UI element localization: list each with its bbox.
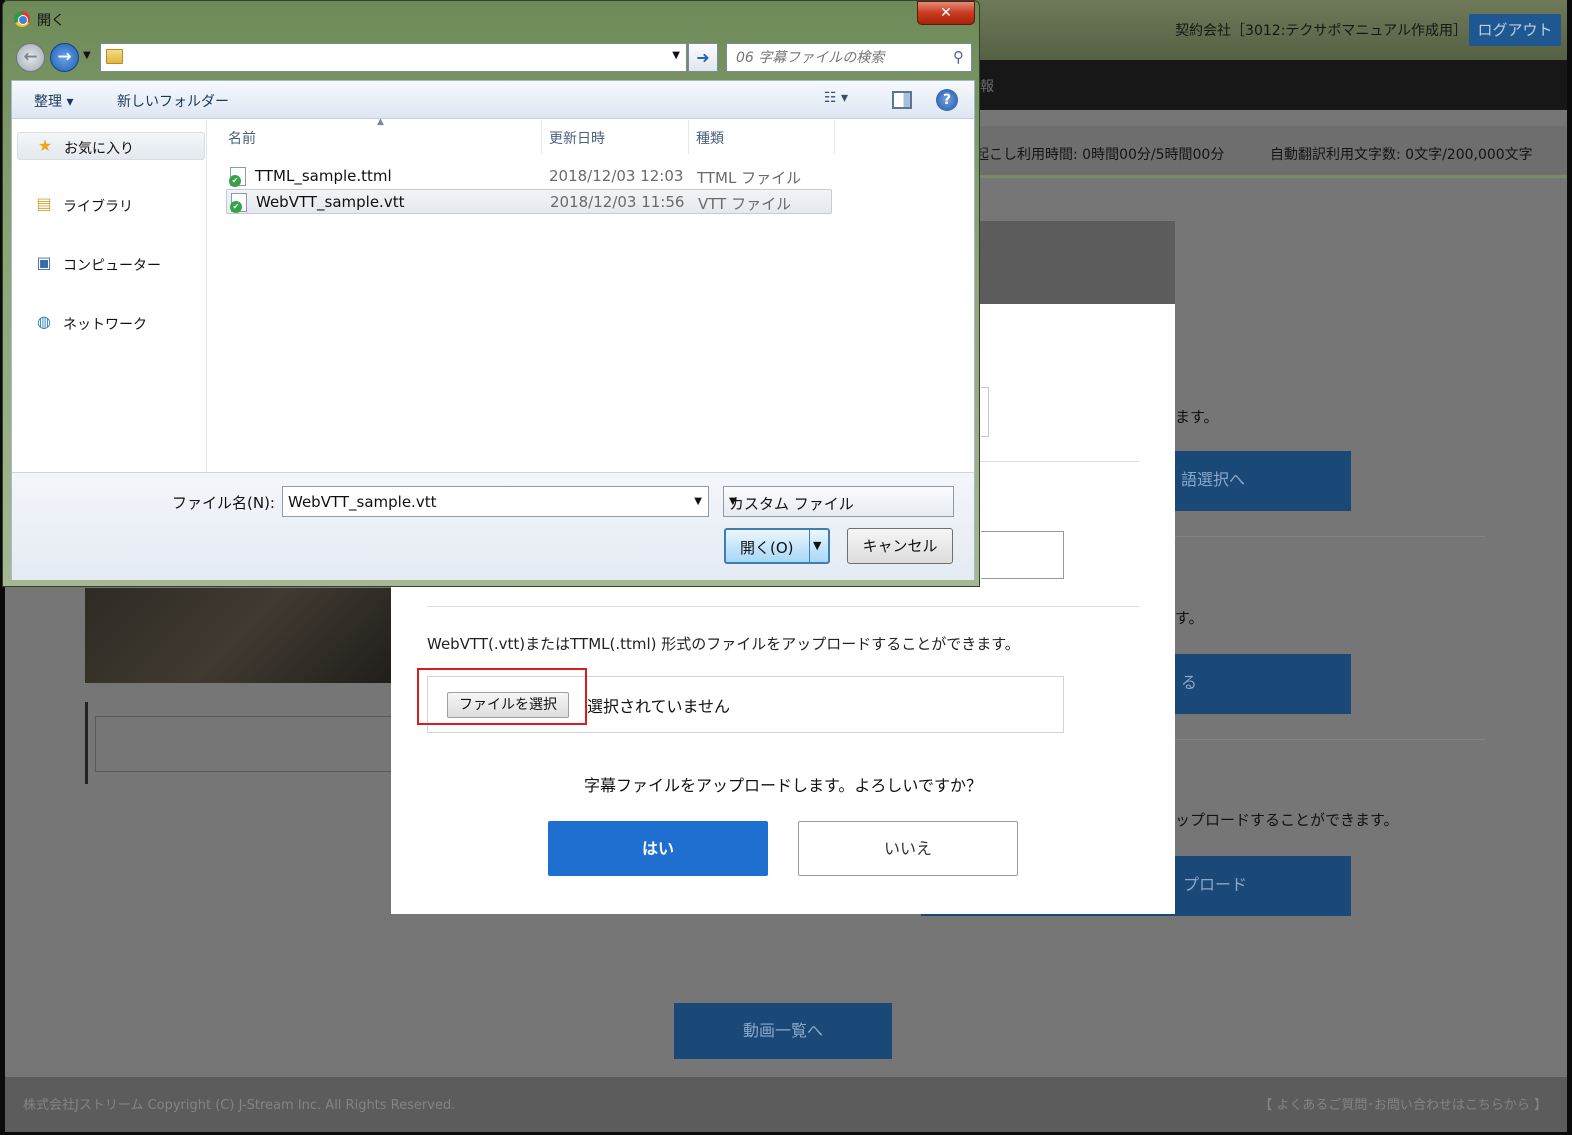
organize-menu[interactable]: 整理 ▾ xyxy=(34,91,73,111)
file-row[interactable]: TTML_sample.ttml 2018/12/03 12:03 TTML フ… xyxy=(226,164,832,189)
bg-input-box xyxy=(95,716,395,772)
file-name: TTML_sample.ttml xyxy=(255,167,392,185)
translation-usage: 自動翻訳利用文字数: 0文字/200,000文字 xyxy=(1270,147,1533,163)
bg-text-3: ップロードすることができます。 xyxy=(1175,811,1399,829)
filetype-select[interactable]: カスタム ファイル ▼ xyxy=(723,486,954,517)
open-file-dialog: 開く ✕ ← → ▼ ▼ ➜ ⚲ 整理 ▾ 新しいフォルダー ☷ ▾ ? ★ お… xyxy=(2,0,980,587)
transcription-usage: 起こし利用時間: 0時間00分/5時間00分 xyxy=(975,147,1225,163)
divider xyxy=(1175,739,1485,740)
sidebar-item-computer[interactable]: ▣ コンピューター xyxy=(17,250,205,278)
forward-button[interactable]: → xyxy=(50,43,79,72)
page-footer: 株式会社Jストリーム Copyright (C) J-Stream Inc. A… xyxy=(5,1077,1567,1132)
modal-divider xyxy=(427,606,1139,607)
computer-icon: ▣ xyxy=(36,253,52,272)
sidebar-item-label: ライブラリ xyxy=(63,199,133,215)
filename-field[interactable]: ▼ xyxy=(282,486,709,517)
sidebar-item-network[interactable]: ◍ ネットワーク xyxy=(17,309,205,337)
library-icon: ▤ xyxy=(36,194,52,213)
star-icon: ★ xyxy=(37,136,53,155)
bg-text-1: ます。 xyxy=(1175,408,1219,426)
open-button[interactable]: 開く(O) ▼ xyxy=(724,528,830,564)
navigation-pane: ★ お気に入り ▤ ライブラリ ▣ コンピューター ◍ ネットワーク xyxy=(12,120,207,472)
dialog-footer: ファイル名(N): ▼ カスタム ファイル ▼ 開く(O) ▼ キャンセル xyxy=(12,472,974,580)
sidebar-item-favorites[interactable]: ★ お気に入り xyxy=(17,132,205,160)
filename-label: ファイル名(N): xyxy=(172,494,275,512)
divider xyxy=(1175,536,1485,537)
sidebar-item-label: ネットワーク xyxy=(63,317,147,333)
modal-input-edge xyxy=(981,531,1064,579)
nav-item-fragment[interactable]: 報 xyxy=(980,76,994,96)
dialog-title: 開く xyxy=(37,13,65,29)
back-button[interactable]: ← xyxy=(16,43,45,72)
sidebar-item-libraries[interactable]: ▤ ライブラリ xyxy=(17,191,205,219)
search-icon[interactable]: ⚲ xyxy=(953,48,964,66)
contract-info: 契約会社［3012:テクサポマニュアル作成用］ xyxy=(1175,23,1467,39)
open-split-dropdown-icon[interactable]: ▼ xyxy=(813,539,821,552)
column-date[interactable]: 更新日時 xyxy=(549,128,605,148)
language-select-button[interactable]: 語選択へ xyxy=(1171,451,1351,511)
highlight-box xyxy=(417,668,587,725)
sort-arrow-icon: ▲ xyxy=(377,117,384,127)
chevron-down-icon: ▼ xyxy=(729,496,737,507)
column-headers: ▲ 名前 更新日時 種類 xyxy=(208,117,974,154)
go-button[interactable]: ➜ xyxy=(688,43,718,72)
upload-description: WebVTT(.vtt)またはTTML(.ttml) 形式のファイルをアップロー… xyxy=(427,635,1020,653)
column-separator[interactable] xyxy=(834,120,835,154)
filename-input[interactable] xyxy=(288,492,678,512)
no-button[interactable]: いいえ xyxy=(798,821,1018,876)
file-row-selected[interactable]: WebVTT_sample.vtt 2018/12/03 11:56 VTT フ… xyxy=(226,189,832,214)
search-input[interactable] xyxy=(736,48,936,68)
network-icon: ◍ xyxy=(37,312,51,331)
command-bar: 整理 ▾ 新しいフォルダー ☷ ▾ ? xyxy=(12,81,974,119)
chevron-down-icon[interactable]: ▼ xyxy=(694,496,702,507)
bg-action-button[interactable]: る xyxy=(1171,654,1351,714)
confirm-text: 字幕ファイルをアップロードします。よろしいですか？ xyxy=(584,776,982,795)
sidebar-item-label: コンピューター xyxy=(63,258,161,274)
file-date: 2018/12/03 11:56 xyxy=(550,193,685,211)
column-type[interactable]: 種類 xyxy=(696,128,724,148)
split-divider xyxy=(809,530,810,562)
column-name[interactable]: 名前 xyxy=(228,128,256,148)
open-button-label: 開く(O) xyxy=(740,539,794,557)
history-dropdown-icon[interactable]: ▼ xyxy=(83,50,91,61)
view-options-icon[interactable]: ☷ ▾ xyxy=(824,90,848,106)
column-separator[interactable] xyxy=(688,120,689,154)
copyright-text: 株式会社Jストリーム Copyright (C) J-Stream Inc. A… xyxy=(23,1098,456,1113)
yes-button[interactable]: はい xyxy=(548,821,768,876)
help-icon[interactable]: ? xyxy=(936,89,958,111)
search-box[interactable]: ⚲ xyxy=(726,43,972,72)
folder-icon xyxy=(106,49,123,64)
file-icon xyxy=(229,167,246,187)
cancel-button[interactable]: キャンセル xyxy=(847,528,953,564)
close-button[interactable]: ✕ xyxy=(917,1,975,25)
file-type: VTT ファイル xyxy=(698,195,792,213)
address-bar[interactable]: ▼ xyxy=(100,43,687,72)
video-thumbnail xyxy=(85,588,395,683)
no-file-text: 選択されていません xyxy=(587,697,731,716)
bg-text-2: す。 xyxy=(1175,609,1204,627)
modal-field-edge xyxy=(981,387,989,437)
preview-pane-icon[interactable] xyxy=(892,91,912,109)
logout-button[interactable]: ログアウト xyxy=(1469,14,1561,46)
new-folder-button[interactable]: 新しいフォルダー xyxy=(117,91,229,111)
video-list-button[interactable]: 動画一覧へ xyxy=(674,1003,892,1059)
file-name: WebVTT_sample.vtt xyxy=(256,193,405,211)
column-separator[interactable] xyxy=(541,120,542,154)
file-date: 2018/12/03 12:03 xyxy=(549,167,684,185)
faq-link[interactable]: 【 よくあるご質問･お問い合わせはこちらから 】 xyxy=(1259,1094,1547,1113)
chrome-icon xyxy=(14,11,30,27)
dialog-body: 整理 ▾ 新しいフォルダー ☷ ▾ ? ★ お気に入り ▤ ライブラリ ▣ コン… xyxy=(11,80,975,580)
file-type: TTML ファイル xyxy=(697,169,802,187)
chevron-down-icon[interactable]: ▼ xyxy=(672,50,680,61)
file-icon xyxy=(230,193,247,213)
sidebar-item-label: お気に入り xyxy=(64,141,134,157)
